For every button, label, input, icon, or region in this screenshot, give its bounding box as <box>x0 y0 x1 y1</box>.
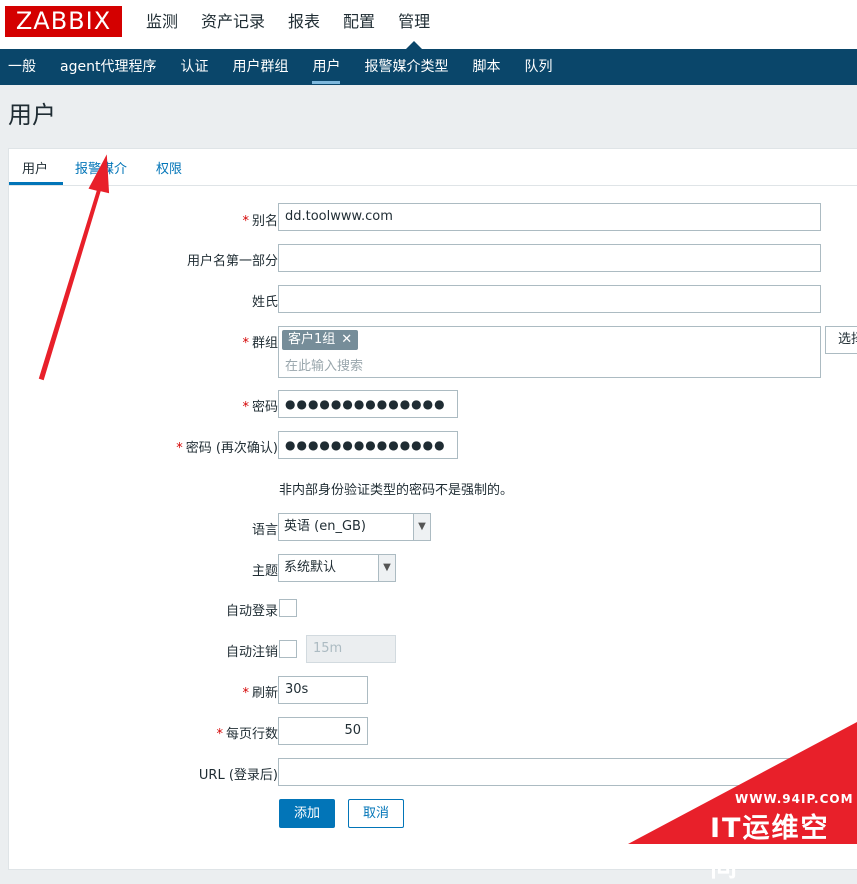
refresh-input[interactable]: 30s <box>278 676 368 704</box>
autologout-input: 15m <box>306 635 396 663</box>
active-tab-indicator <box>9 182 63 185</box>
main-nav-reports[interactable]: 报表 <box>288 0 320 49</box>
sub-nav-proxies[interactable]: agent代理程序 <box>60 49 156 85</box>
user-form: 用户 报警媒介 权限 * 别名 dd.toolwww.com 用户名第一部分 姓氏… <box>8 148 857 870</box>
url-label: URL (登录后) <box>198 768 278 783</box>
alias-label: * 别名 <box>242 214 278 229</box>
sub-nav-media-types[interactable]: 报警媒介类型 <box>364 49 448 85</box>
sub-nav-queue[interactable]: 队列 <box>524 49 552 85</box>
tab-bar: 用户 报警媒介 权限 <box>9 149 857 186</box>
password-input[interactable]: ●●●●●●●●●●●●●● <box>278 390 458 418</box>
autologin-checkbox[interactable] <box>279 599 297 617</box>
sub-nav-users[interactable]: 用户 <box>312 49 341 85</box>
alias-input[interactable]: dd.toolwww.com <box>278 203 821 231</box>
groups-multiselect[interactable]: 客户1组 ✕ 在此输入搜索 <box>278 326 821 378</box>
main-nav-administration[interactable]: 管理 <box>398 0 430 49</box>
page-title: 用户 <box>8 101 56 129</box>
rows-per-page-label: * 每页行数 <box>216 727 278 742</box>
refresh-label: * 刷新 <box>242 686 278 701</box>
autologin-label: 自动登录 <box>225 604 278 619</box>
tab-user[interactable]: 用户 <box>22 158 48 177</box>
top-bar: ZABBIX 监测 资产记录 报表 配置 管理 <box>0 0 857 49</box>
group-chip: 客户1组 ✕ <box>282 330 359 350</box>
password-confirm-input[interactable]: ●●●●●●●●●●●●●● <box>278 431 458 459</box>
sub-nav: 一般 agent代理程序 认证 用户群组 用户 报警媒介类型 脚本 队列 <box>0 49 857 85</box>
theme-label: 主题 <box>251 564 278 579</box>
theme-value: 系统默认 <box>284 560 337 575</box>
autologout-label: 自动注销 <box>225 645 278 660</box>
tab-permissions[interactable]: 权限 <box>156 158 182 177</box>
remove-chip-icon[interactable]: ✕ <box>341 332 352 347</box>
main-nav-monitoring[interactable]: 监测 <box>146 0 178 49</box>
rows-per-page-input[interactable]: 50 <box>278 717 368 745</box>
zabbix-logo[interactable]: ZABBIX <box>5 6 122 37</box>
groups-label: * 群组 <box>242 336 278 351</box>
language-select[interactable]: 英语 (en_GB) ▼ <box>278 513 431 541</box>
sub-nav-scripts[interactable]: 脚本 <box>472 49 500 85</box>
main-nav-inventory[interactable]: 资产记录 <box>201 0 265 49</box>
groups-select-button[interactable]: 选择 <box>825 326 857 354</box>
password-confirm-label: * 密码 (再次确认) <box>176 441 278 456</box>
sub-nav-general[interactable]: 一般 <box>8 49 36 85</box>
url-input[interactable] <box>278 758 838 786</box>
main-nav: 监测 资产记录 报表 配置 管理 <box>146 0 453 49</box>
group-chip-label: 客户1组 <box>288 332 336 347</box>
surname-input[interactable] <box>278 285 821 313</box>
main-nav-configuration[interactable]: 配置 <box>343 0 375 49</box>
language-value: 英语 (en_GB) <box>284 519 367 534</box>
add-button[interactable]: 添加 <box>279 799 335 828</box>
password-label: * 密码 <box>242 400 278 415</box>
name-label: 用户名第一部分 <box>186 254 278 269</box>
surname-label: 姓氏 <box>251 295 278 310</box>
password-hint: 非内部身份验证类型的密码不是强制的。 <box>279 483 514 498</box>
sub-nav-user-groups[interactable]: 用户群组 <box>232 49 288 85</box>
cancel-button[interactable]: 取消 <box>348 799 404 828</box>
chevron-down-icon: ▼ <box>413 514 430 540</box>
watermark-title: IT运维空间 <box>710 813 830 883</box>
language-label: 语言 <box>251 523 278 538</box>
groups-search-placeholder[interactable]: 在此输入搜索 <box>285 355 363 374</box>
theme-select[interactable]: 系统默认 ▼ <box>278 554 396 582</box>
watermark-url: WWW.94IP.COM <box>735 792 854 806</box>
tab-media[interactable]: 报警媒介 <box>75 158 127 177</box>
chevron-down-icon: ▼ <box>378 555 395 581</box>
sub-nav-authentication[interactable]: 认证 <box>180 49 208 85</box>
name-input[interactable] <box>278 244 821 272</box>
autologout-checkbox[interactable] <box>279 640 297 658</box>
